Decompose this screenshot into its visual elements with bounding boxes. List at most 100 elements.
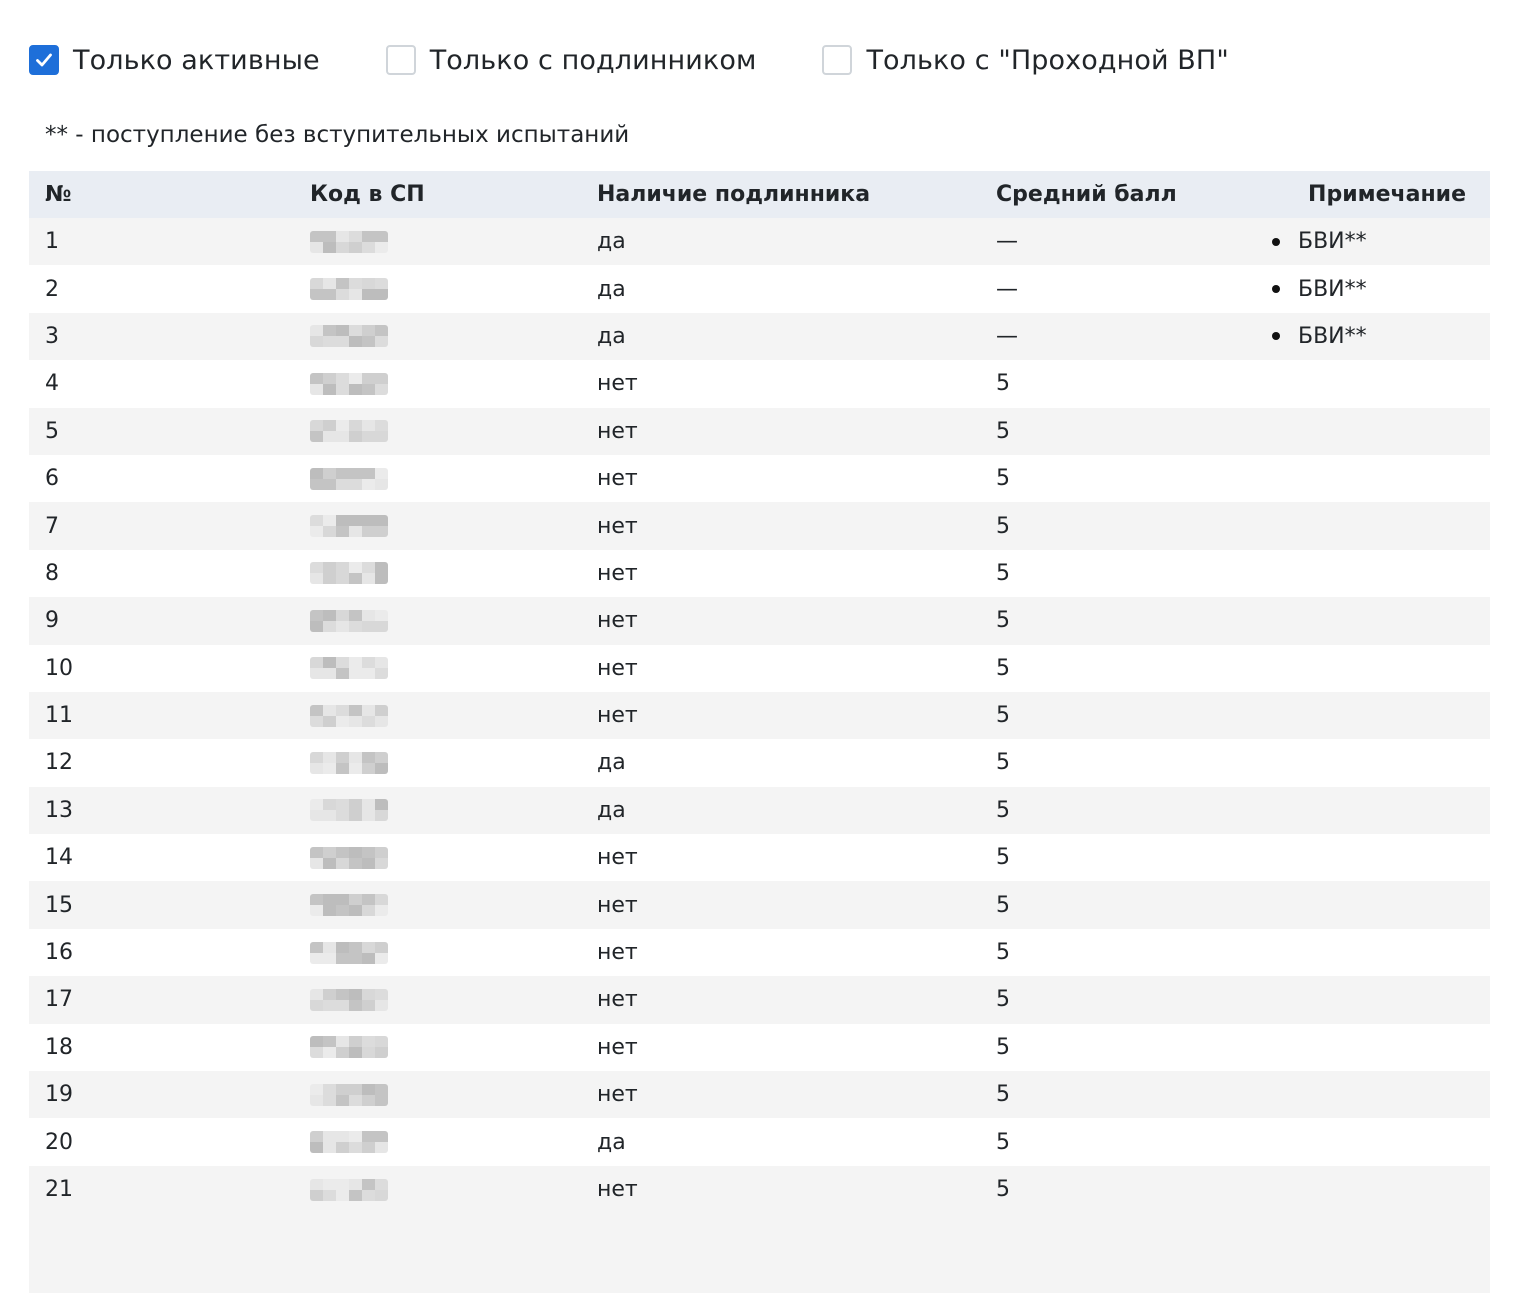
cell-number: 17 — [29, 976, 294, 1024]
cell-note — [1280, 691, 1490, 740]
cell-original: нет — [581, 881, 980, 929]
note-list-item: БВИ** — [1272, 229, 1490, 254]
cell-note — [1280, 786, 1490, 835]
cell-original: да — [581, 265, 980, 313]
cell-note — [1280, 976, 1490, 1024]
cell-code — [294, 881, 581, 929]
cell-average: 5 — [980, 502, 1280, 550]
table-header-row: № Код в СП Наличие подлинника Средний ба… — [29, 171, 1490, 218]
bullet-icon — [1272, 332, 1280, 341]
cell-average: 5 — [980, 549, 1280, 598]
cell-code — [294, 218, 581, 266]
cell-average: 5 — [980, 834, 1280, 882]
empty-cell — [581, 1213, 980, 1293]
cell-code — [294, 597, 581, 645]
cell-note — [1280, 360, 1490, 408]
cell-note: БВИ** — [1272, 218, 1490, 266]
pixelated-code — [310, 325, 388, 348]
col-header-original[interactable]: Наличие подлинника — [581, 171, 980, 218]
cell-original: нет — [581, 454, 980, 503]
cell-code — [294, 1071, 581, 1119]
cell-average: 5 — [980, 644, 1280, 692]
cell-average: 5 — [980, 1071, 1280, 1119]
cell-number: 2 — [29, 265, 294, 313]
pixelated-code — [310, 846, 388, 869]
table-row: 21 нет 5 — [29, 1165, 1490, 1214]
cell-number: 12 — [29, 739, 294, 787]
filter-only-active[interactable]: Только активные — [29, 45, 320, 76]
pixelated-code — [310, 894, 388, 917]
cell-note — [1280, 597, 1490, 645]
cell-average: 5 — [980, 1023, 1280, 1072]
cell-number: 15 — [29, 881, 294, 929]
note-list-item: БВИ** — [1272, 324, 1490, 349]
table-row: 13 да 5 — [29, 786, 1490, 835]
checkbox-only-original[interactable] — [385, 45, 416, 75]
table-row: 16 нет 5 — [29, 928, 1490, 977]
cell-code — [294, 1165, 581, 1214]
cell-code — [294, 502, 581, 550]
table-row: 11 нет 5 — [29, 691, 1490, 740]
cell-note: БВИ** — [1272, 265, 1490, 313]
pixelated-code — [310, 609, 388, 632]
col-header-number[interactable]: № — [29, 171, 294, 218]
legend-note: ** - поступление без вступительных испыт… — [45, 122, 630, 148]
pixelated-code — [310, 372, 388, 395]
cell-original: нет — [581, 1023, 980, 1072]
cell-note — [1280, 407, 1490, 455]
cell-original: нет — [581, 502, 980, 550]
cell-code — [294, 928, 581, 977]
cell-average: 5 — [980, 597, 1280, 645]
cell-number: 21 — [29, 1165, 294, 1214]
cell-average: 5 — [980, 739, 1280, 787]
cell-average: 5 — [980, 928, 1280, 977]
cell-number: 13 — [29, 786, 294, 835]
checkbox-only-passing-vp[interactable] — [822, 45, 853, 75]
filter-only-original[interactable]: Только с подлинником — [385, 45, 757, 76]
cell-original: нет — [581, 1071, 980, 1119]
table-row: 6 нет 5 — [29, 454, 1490, 503]
cell-original: нет — [581, 549, 980, 598]
table-row: 15 нет 5 — [29, 881, 1490, 929]
cell-average: 5 — [980, 786, 1280, 835]
cell-number: 6 — [29, 454, 294, 503]
cell-code — [294, 1118, 581, 1166]
cell-original: нет — [581, 597, 980, 645]
cell-code — [294, 976, 581, 1024]
cell-number: 1 — [29, 218, 294, 266]
col-header-note[interactable]: Примечание — [1280, 171, 1490, 218]
bullet-icon — [1272, 237, 1280, 246]
cell-note — [1280, 739, 1490, 787]
pixelated-code — [310, 1036, 388, 1059]
pixelated-code — [310, 704, 388, 727]
cell-note — [1280, 881, 1490, 929]
col-header-code[interactable]: Код в СП — [294, 171, 581, 218]
cell-average: 5 — [980, 407, 1280, 455]
cell-number: 14 — [29, 834, 294, 882]
cell-note — [1280, 1071, 1490, 1119]
col-header-average[interactable]: Средний балл — [980, 171, 1280, 218]
table-row: 20 да 5 — [29, 1118, 1490, 1166]
cell-number: 5 — [29, 407, 294, 455]
cell-average: — — [980, 265, 1280, 313]
cell-average: 5 — [980, 1165, 1280, 1214]
cell-number: 8 — [29, 549, 294, 598]
pixelated-code — [310, 467, 388, 490]
note-text: БВИ** — [1298, 276, 1367, 302]
cell-original: нет — [581, 976, 980, 1024]
filter-only-passing-vp[interactable]: Только с "Проходной ВП" — [822, 45, 1229, 76]
pixelated-code — [310, 230, 388, 253]
cell-code — [294, 1023, 581, 1072]
cell-average: — — [980, 218, 1280, 266]
cell-original: да — [581, 786, 980, 835]
cell-code — [294, 407, 581, 455]
cell-number: 20 — [29, 1118, 294, 1166]
cell-number: 4 — [29, 360, 294, 408]
table-row-partial — [29, 1213, 1490, 1293]
checkbox-only-active[interactable] — [29, 45, 59, 75]
cell-note — [1280, 502, 1490, 550]
note-text: БВИ** — [1298, 229, 1367, 255]
pixelated-code — [310, 799, 388, 822]
cell-code — [294, 691, 581, 740]
cell-original: нет — [581, 1165, 980, 1214]
